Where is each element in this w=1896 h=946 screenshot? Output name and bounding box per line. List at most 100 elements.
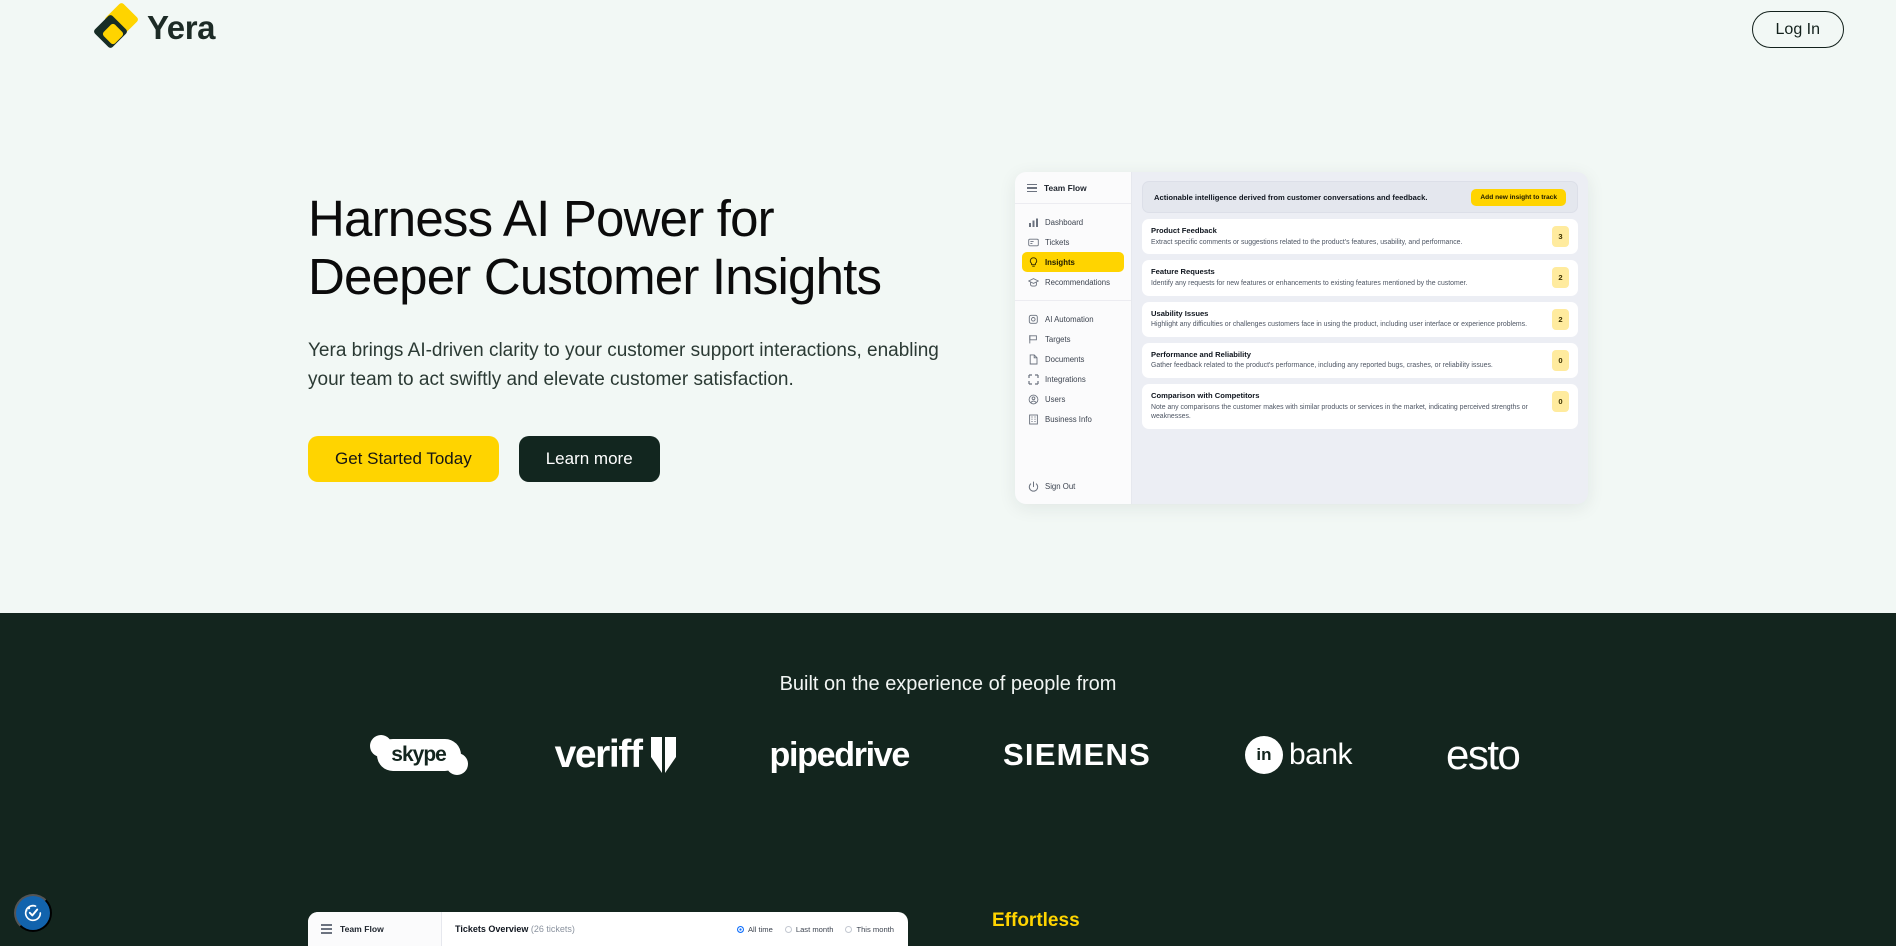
insight-description: Gather feedback related to the product's… [1151, 362, 1493, 370]
insight-card[interactable]: Feature Requests Identify any requests fo… [1142, 260, 1578, 296]
mockup-nav-item-integrations[interactable]: Integrations [1022, 369, 1124, 389]
sign-out-icon [1028, 481, 1039, 492]
mockup-nav-item-label: Recommendations [1045, 277, 1111, 287]
logo-siemens-text: SIEMENS [1003, 737, 1151, 772]
accessibility-check-icon [24, 904, 42, 922]
radio-indicator[interactable] [736, 925, 744, 933]
insight-text: Usability Issues Highlight any difficulti… [1151, 309, 1543, 330]
veriff-leaf-icon [650, 737, 676, 773]
accessibility-widget-button[interactable] [14, 894, 52, 932]
mockup-workspace-name: Team Flow [1044, 183, 1087, 193]
login-button[interactable]: Log In [1751, 11, 1844, 48]
radio-indicator[interactable] [784, 925, 792, 933]
mockup-nav-item-label: Targets [1045, 334, 1071, 344]
page-title: Harness AI Power for Deeper Customer Ins… [308, 190, 1008, 305]
mockup-sidebar-header[interactable]: Team Flow [1015, 183, 1131, 204]
hero-copy: Harness AI Power for Deeper Customer Ins… [308, 190, 1008, 483]
mockup-nav-item-insights[interactable]: Insights [1022, 252, 1124, 272]
hero-title-line-2: Deeper Customer Insights [308, 247, 882, 305]
partner-logo-row: skype veriff pipedrive SIEMENS in bank e… [0, 726, 1896, 784]
bar-chart-icon [1028, 217, 1038, 227]
mockup-nav-item-business-info[interactable]: Business Info [1022, 409, 1124, 429]
timeframe-filter-label: This month [856, 924, 894, 934]
tickets-timeframe-filters: All time Last month This month [736, 924, 894, 934]
timeframe-filter-all-time[interactable]: All time [736, 924, 773, 934]
mockup-nav-item-tickets[interactable]: Tickets [1022, 232, 1124, 252]
user-circle-icon [1028, 394, 1039, 405]
mockup-main-panel: Actionable intelligence derived from cus… [1132, 172, 1588, 504]
insight-title: Product Feedback [1151, 226, 1217, 235]
top-navigation: Yera Log In [0, 0, 1896, 58]
ticket-icon [1028, 237, 1039, 247]
logo-veriff-text: veriff [554, 733, 643, 776]
brand-name: Yera [147, 9, 216, 46]
mockup-nav-group-account: Sign Out [1015, 468, 1131, 504]
tickets-overview-title: Tickets Overview (26 tickets) [455, 924, 575, 934]
mockup-banner: Actionable intelligence derived from cus… [1142, 181, 1578, 213]
brand-logo-link[interactable]: Yera [92, 1, 216, 50]
get-started-button[interactable]: Get Started Today [308, 436, 499, 483]
hamburger-icon[interactable] [1027, 183, 1037, 193]
logo-skype: skype [369, 726, 468, 784]
hamburger-icon[interactable] [321, 924, 332, 934]
radio-indicator[interactable] [845, 925, 853, 933]
logo-esto-text: esto [1446, 731, 1521, 778]
mockup-nav-item-label: Integrations [1045, 374, 1086, 384]
insight-text: Product Feedback Extract specific comment… [1151, 226, 1543, 247]
inbank-mark-icon: in [1244, 736, 1283, 774]
mockup-nav-item-dashboard[interactable]: Dashboard [1022, 212, 1124, 232]
yera-diamond-logo-icon [92, 1, 140, 50]
mockup-nav-item-label: Insights [1045, 257, 1075, 267]
timeframe-filter-label: Last month [795, 924, 834, 934]
effortless-section-label: Effortless [992, 910, 1080, 931]
mockup-sidebar-spacer [1015, 437, 1131, 468]
hero-section: Yera Log In Harness AI Power for Deeper … [0, 0, 1896, 613]
logo-pipedrive: pipedrive [770, 726, 911, 784]
mockup-banner-text: Actionable intelligence derived from cus… [1154, 192, 1428, 202]
mockup-nav-item-sign-out[interactable]: Sign Out [1022, 476, 1124, 496]
insight-text: Comparison with Competitors Note any comp… [1151, 391, 1543, 422]
insight-card[interactable]: Usability Issues Highlight any difficulti… [1142, 301, 1578, 337]
logo-inbank: in bank [1244, 726, 1353, 784]
product-mockup: Team Flow Dashboard Tickets Insights Recomm… [1015, 172, 1588, 504]
timeframe-filter-last-month[interactable]: Last month [784, 924, 834, 934]
mockup-nav-item-label: Business Info [1045, 414, 1092, 424]
mockup-nav-item-label: Dashboard [1045, 217, 1084, 227]
mockup-nav-item-users[interactable]: Users [1022, 389, 1124, 409]
add-new-insight-button[interactable]: Add new insight to track [1471, 188, 1566, 206]
learn-more-button[interactable]: Learn more [518, 436, 660, 483]
lightbulb-icon [1028, 257, 1038, 267]
logo-inbank-text: bank [1288, 738, 1353, 771]
mockup-nav-item-ai-automation[interactable]: AI Automation [1022, 309, 1124, 329]
mockup-nav-item-label: AI Automation [1045, 314, 1094, 324]
insight-count-badge: 2 [1552, 308, 1569, 330]
integrations-icon [1028, 374, 1039, 385]
mockup-nav-item-label: Documents [1045, 354, 1085, 364]
insight-title: Performance and Reliability [1151, 349, 1252, 359]
logo-veriff: veriff [555, 726, 676, 784]
insight-card[interactable]: Comparison with Competitors Note any comp… [1142, 384, 1578, 430]
mockup-nav-item-recommendations[interactable]: Recommendations [1022, 272, 1124, 292]
mockup-sidebar: Team Flow Dashboard Tickets Insights Recomm… [1015, 172, 1132, 504]
mockup-nav-item-documents[interactable]: Documents [1022, 349, 1124, 369]
insight-card[interactable]: Product Feedback Extract specific comment… [1142, 219, 1578, 255]
tickets-count: (26 tickets) [530, 924, 575, 934]
insight-count-badge: 2 [1552, 267, 1569, 289]
tickets-overview-mockup: Team Flow Tickets Overview (26 tickets) … [308, 912, 908, 946]
insight-card[interactable]: Performance and Reliability Gather feedba… [1142, 342, 1578, 379]
building-icon [1028, 414, 1038, 425]
tickets-mockup-workspace-name: Team Flow [340, 924, 384, 934]
mockup-nav-group-secondary: AI Automation Targets Documents Integration… [1015, 300, 1131, 437]
mockup-nav-item-label: Sign Out [1045, 481, 1076, 491]
insight-description: Highlight any difficulties or challenges… [1151, 321, 1527, 329]
social-proof-section: Built on the experience of people from s… [0, 613, 1896, 946]
tickets-overview-label: Tickets Overview [455, 924, 529, 934]
logo-esto: esto [1446, 726, 1521, 784]
mockup-nav-item-targets[interactable]: Targets [1022, 329, 1124, 349]
logo-siemens: SIEMENS [1003, 726, 1151, 784]
timeframe-filter-this-month[interactable]: This month [845, 925, 894, 934]
document-icon [1028, 354, 1038, 365]
timeframe-filter-label: All time [747, 924, 773, 934]
hero-subtitle: Yera brings AI-driven clarity to your cu… [308, 340, 939, 390]
insight-count-badge: 3 [1552, 226, 1569, 247]
